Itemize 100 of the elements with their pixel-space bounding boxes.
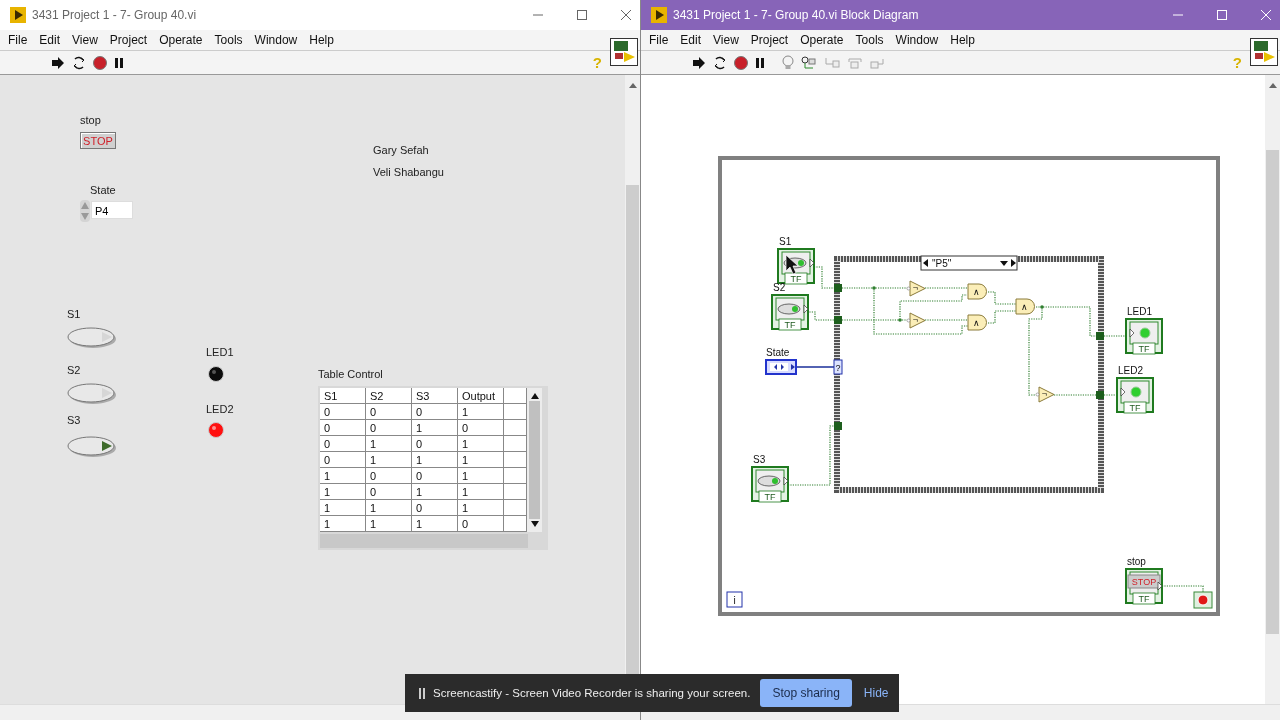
window-title: 3431 Project 1 - 7- Group 40.vi bbox=[32, 8, 197, 22]
abort-icon[interactable] bbox=[734, 55, 748, 70]
wire bbox=[1103, 335, 1127, 337]
next-case-icon[interactable] bbox=[1011, 259, 1016, 267]
table-cell: 1 bbox=[458, 468, 504, 484]
menu-item[interactable]: Project bbox=[109, 33, 148, 47]
stop-condition-icon bbox=[1193, 591, 1213, 609]
stop-sharing-button[interactable]: Stop sharing bbox=[760, 679, 852, 707]
abort-icon[interactable] bbox=[93, 55, 107, 70]
not-gate: ¬ bbox=[1035, 386, 1055, 403]
terminal-label: State bbox=[766, 347, 790, 358]
dropdown-caret-icon[interactable] bbox=[1000, 261, 1008, 266]
switch-terminal: TF bbox=[771, 294, 809, 331]
wire-junction bbox=[1040, 305, 1044, 309]
toggle-switch[interactable] bbox=[66, 382, 118, 406]
terminal-label: LED1 bbox=[1127, 306, 1152, 317]
app-icon bbox=[10, 7, 26, 23]
menu-item[interactable]: File bbox=[8, 33, 28, 47]
menu-item[interactable]: View bbox=[72, 33, 98, 47]
table-cell: 1 bbox=[458, 484, 504, 500]
terminal-label: S1 bbox=[779, 236, 792, 247]
table-cell: 1 bbox=[366, 452, 412, 468]
menu-item[interactable]: Window bbox=[254, 33, 298, 47]
wire-junction bbox=[898, 318, 902, 322]
table-cell: 0 bbox=[366, 420, 412, 436]
menu-item[interactable]: Project bbox=[750, 33, 789, 47]
pause-icon[interactable] bbox=[114, 56, 124, 69]
case-selector[interactable] bbox=[920, 255, 1018, 271]
run-arrow-icon[interactable] bbox=[51, 55, 65, 70]
table-cell: 0 bbox=[412, 404, 458, 420]
pause-icon[interactable] bbox=[419, 687, 425, 699]
menu-item[interactable]: Operate bbox=[159, 33, 203, 47]
column-header: S3 bbox=[412, 388, 458, 404]
table-cell: 1 bbox=[320, 516, 366, 532]
tunnel bbox=[1096, 391, 1104, 399]
terminal-label: S3 bbox=[753, 454, 766, 465]
previous-case-icon[interactable] bbox=[923, 259, 928, 267]
control-label: stop bbox=[80, 114, 101, 126]
table-cell: 0 bbox=[412, 436, 458, 452]
state-field[interactable]: P4 bbox=[91, 201, 133, 219]
control-label: S3 bbox=[67, 414, 81, 426]
vi-icon[interactable] bbox=[1250, 38, 1278, 66]
vi-icon[interactable] bbox=[610, 38, 638, 66]
stop-terminal: STOP TF bbox=[1125, 568, 1163, 605]
menu-item[interactable]: Tools bbox=[855, 33, 884, 47]
pause-icon[interactable] bbox=[755, 56, 765, 69]
menu-item[interactable]: Window bbox=[895, 33, 939, 47]
hide-link[interactable]: Hide bbox=[863, 686, 889, 700]
led-terminal: TF bbox=[1125, 318, 1163, 355]
menu-item[interactable]: File bbox=[649, 33, 669, 47]
wire bbox=[1103, 394, 1118, 396]
table-cell: 1 bbox=[320, 468, 366, 484]
terminal-label: stop bbox=[1127, 556, 1146, 567]
close-icon[interactable] bbox=[620, 9, 632, 21]
scrollbar[interactable] bbox=[1265, 75, 1280, 704]
table-scrollbar[interactable] bbox=[527, 388, 542, 532]
table-cell: 0 bbox=[458, 420, 504, 436]
stop-button[interactable]: STOP bbox=[80, 132, 116, 149]
run-arrow-icon[interactable] bbox=[692, 55, 706, 70]
case-label: "P5" bbox=[932, 258, 952, 269]
menu-item[interactable]: Edit bbox=[39, 33, 61, 47]
table-cell: 0 bbox=[320, 404, 366, 420]
wire bbox=[987, 291, 1017, 305]
control-label: State bbox=[90, 184, 116, 196]
wire bbox=[987, 310, 1017, 324]
cursor-icon bbox=[785, 254, 799, 275]
not-gate: ¬ bbox=[906, 312, 926, 329]
probe-icon[interactable] bbox=[801, 55, 817, 70]
tunnel bbox=[834, 316, 842, 324]
wire bbox=[795, 366, 836, 368]
toggle-switch[interactable] bbox=[66, 326, 118, 350]
menu-item[interactable]: Edit bbox=[680, 33, 702, 47]
run-continuously-icon[interactable] bbox=[713, 55, 727, 70]
menu-item[interactable]: Help bbox=[950, 33, 975, 47]
table-cell: 1 bbox=[412, 420, 458, 436]
window-title: 3431 Project 1 - 7- Group 40.vi Block Diagram bbox=[673, 8, 919, 22]
table-cell: 1 bbox=[366, 436, 412, 452]
toggle-switch[interactable] bbox=[66, 435, 118, 459]
menu-item[interactable]: View bbox=[713, 33, 739, 47]
maximize-icon[interactable] bbox=[576, 9, 588, 21]
tunnel bbox=[1096, 332, 1104, 340]
switch-terminal: TF bbox=[751, 466, 789, 503]
table-cell: 0 bbox=[412, 500, 458, 516]
selector-terminal: ? bbox=[833, 359, 843, 375]
and-gate: ∧ bbox=[967, 314, 987, 331]
table-cell: 1 bbox=[458, 404, 504, 420]
column-header: S1 bbox=[320, 388, 366, 404]
enum-terminal bbox=[765, 359, 797, 375]
menu-item[interactable]: Operate bbox=[800, 33, 844, 47]
table-cell: 1 bbox=[412, 516, 458, 532]
tunnel bbox=[834, 284, 842, 292]
menu-item[interactable]: Help bbox=[309, 33, 334, 47]
menu-item[interactable]: Tools bbox=[214, 33, 243, 47]
table-cell: 1 bbox=[458, 452, 504, 468]
run-continuously-icon[interactable] bbox=[72, 55, 86, 70]
table-cell: 0 bbox=[412, 468, 458, 484]
indicator-label: LED1 bbox=[206, 346, 234, 358]
table-cell: 1 bbox=[458, 500, 504, 516]
column-header: S2 bbox=[366, 388, 412, 404]
table-cell: 1 bbox=[458, 436, 504, 452]
